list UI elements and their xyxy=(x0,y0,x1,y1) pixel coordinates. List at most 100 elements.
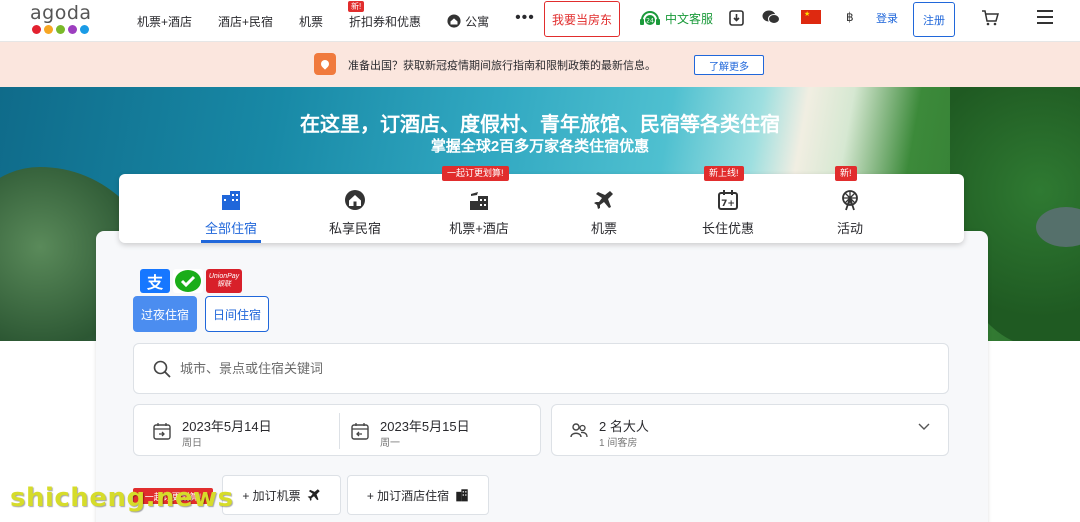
nav-apartments[interactable]: 公寓 xyxy=(447,13,489,30)
wechat-icon[interactable] xyxy=(762,10,780,25)
menu-bar xyxy=(1037,16,1053,18)
logo-dot xyxy=(80,25,89,34)
tab-activities[interactable]: 新! 活动 xyxy=(832,166,868,243)
learn-more-button[interactable]: 了解更多 xyxy=(694,55,764,75)
date-picker: 2023年5月14日 周日 2023年5月15日 周一 xyxy=(133,404,541,456)
nav-label: 机票 xyxy=(299,14,324,29)
tab-label: 私享民宿 xyxy=(328,221,381,236)
hamburger-menu-icon[interactable] xyxy=(1037,10,1053,24)
tab-label: 长住优惠 xyxy=(701,221,754,236)
tab-all-stays[interactable]: 全部住宿 xyxy=(201,174,261,243)
logo-dots xyxy=(32,25,92,34)
tab-label: 活动 xyxy=(836,221,863,236)
check-in-date[interactable]: 2023年5月14日 周日 xyxy=(134,405,329,455)
hotel-building-icon xyxy=(456,489,468,502)
flag-star: ★ xyxy=(804,11,811,18)
alipay-icon: 支 xyxy=(140,269,170,293)
nav-deals[interactable]: 新! 折扣券和优惠 xyxy=(348,0,422,30)
svg-text:24: 24 xyxy=(646,18,654,25)
become-host-button[interactable]: 我要当房东 xyxy=(544,1,620,37)
flight-hotel-icon xyxy=(470,192,488,210)
tab-badge: 一起订更划算! xyxy=(442,166,509,181)
wechat-pay-check xyxy=(175,270,201,292)
guests-count: 2 名大人 xyxy=(599,419,649,434)
nav-label: 公寓 xyxy=(465,14,490,29)
guests-icon xyxy=(570,423,588,438)
logo-text: agoda xyxy=(30,2,92,24)
chevron-down-icon xyxy=(918,423,930,430)
customer-service-label: 中文客服 xyxy=(665,11,714,26)
check-in-date-text: 2023年5月14日 xyxy=(182,419,272,434)
tab-private-homes[interactable]: 私享民宿 xyxy=(324,174,386,243)
tab-badge: 新! xyxy=(835,166,857,181)
login-link[interactable]: 登录 xyxy=(876,10,898,26)
nav-label: 折扣券和优惠 xyxy=(349,14,422,29)
register-button[interactable]: 注册 xyxy=(913,2,955,37)
nav-flight-hotel[interactable]: 机票+酒店 xyxy=(137,13,192,30)
calendar-7-icon: 7+ xyxy=(718,190,738,210)
travel-bag-icon xyxy=(314,53,336,75)
hero-title: 在这里，订酒店、度假村、青年旅馆、民宿等各类住宿 xyxy=(300,114,780,136)
search-input[interactable] xyxy=(180,344,920,393)
house-icon xyxy=(447,14,461,28)
menu-bar xyxy=(1037,10,1053,12)
check-out-date-text: 2023年5月15日 xyxy=(380,419,470,434)
building-icon xyxy=(222,191,240,210)
main-nav: 机票+酒店 酒店+民宿 机票 新! 折扣券和优惠 公寓 ••• xyxy=(137,0,561,42)
ferris-wheel-icon xyxy=(842,190,858,211)
search-icon xyxy=(153,360,171,378)
tab-label: 全部住宿 xyxy=(204,221,257,236)
agoda-logo[interactable]: agoda xyxy=(30,4,92,36)
guest-room-selector[interactable]: 2 名大人 1 间客房 xyxy=(551,404,949,456)
payment-logos: 支 UnionPay 银联 xyxy=(140,269,242,293)
customer-service-link[interactable]: 24 中文客服 xyxy=(639,9,713,27)
tab-label: 机票 xyxy=(590,221,617,236)
unionpay-cn-text: 银联 xyxy=(217,281,231,288)
house-icon xyxy=(345,190,365,210)
unionpay-text: UnionPay xyxy=(208,273,240,280)
cart-icon[interactable] xyxy=(981,10,999,26)
add-hotel-button[interactable]: + 加订酒店住宿 xyxy=(347,475,489,515)
logo-dot xyxy=(68,25,77,34)
airplane-icon xyxy=(594,191,613,209)
top-header: agoda 机票+酒店 酒店+民宿 机票 新! 折扣券和优惠 公寓 ••• 我要… xyxy=(0,0,1080,42)
nav-label: 机票+酒店 xyxy=(137,14,193,29)
menu-bar xyxy=(1037,22,1053,24)
app-download-icon[interactable] xyxy=(729,10,744,26)
notice-text: 准备出国？获取新冠疫情期间旅行指南和限制政策的最新信息。 xyxy=(348,60,656,72)
product-tabs: 全部住宿 私享民宿 一起订更划算! 机票+酒店 机票 新上线! 7+ 长住优惠 … xyxy=(119,166,964,243)
overnight-stay-toggle[interactable]: 过夜住宿 xyxy=(133,296,197,332)
logo-dot xyxy=(56,25,65,34)
currency-selector[interactable]: ฿ xyxy=(846,10,854,24)
nav-hotel-homes[interactable]: 酒店+民宿 xyxy=(218,13,273,30)
tab-long-stay-deals[interactable]: 新上线! 7+ 长住优惠 xyxy=(700,166,756,243)
tab-flight-hotel[interactable]: 一起订更划算! 机票+酒店 xyxy=(442,166,513,243)
check-out-weekday: 周一 xyxy=(380,438,400,449)
check-out-date[interactable]: 2023年5月15日 周一 xyxy=(332,405,527,455)
watermark: shicheng.news xyxy=(10,483,234,513)
add-hotel-label: + 加订酒店住宿 xyxy=(366,488,450,503)
tab-flights[interactable]: 机票 xyxy=(584,174,624,243)
more-menu-button[interactable]: ••• xyxy=(515,9,535,27)
check-out-calendar-icon xyxy=(351,423,369,440)
headset-icon: 24 xyxy=(640,11,660,25)
add-flight-label: + 加订机票 xyxy=(242,488,301,503)
china-flag-icon[interactable]: ★ xyxy=(801,10,821,24)
new-badge: 新! xyxy=(348,0,365,12)
travel-notice-bar: 准备出国？获取新冠疫情期间旅行指南和限制政策的最新信息。 了解更多 xyxy=(0,42,1080,87)
tab-badge: 新上线! xyxy=(704,166,744,181)
add-flight-button[interactable]: + 加订机票 xyxy=(222,475,341,515)
unionpay-icon: UnionPay 银联 xyxy=(206,269,242,293)
nav-label: 酒店+民宿 xyxy=(218,14,274,29)
hero-subtitle: 掌握全球2百多万家各类住宿优惠 xyxy=(430,138,650,155)
day-use-stay-toggle[interactable]: 日间住宿 xyxy=(205,296,269,332)
logo-dot xyxy=(44,25,53,34)
destination-search-box xyxy=(133,343,949,394)
svg-text:7+: 7+ xyxy=(721,199,735,209)
check-in-calendar-icon xyxy=(153,423,171,440)
wechat-pay-icon xyxy=(173,269,203,293)
rooms-count: 1 间客房 xyxy=(599,438,638,449)
airplane-icon xyxy=(307,489,320,501)
check-in-weekday: 周日 xyxy=(182,438,202,449)
nav-flights[interactable]: 机票 xyxy=(299,13,323,30)
